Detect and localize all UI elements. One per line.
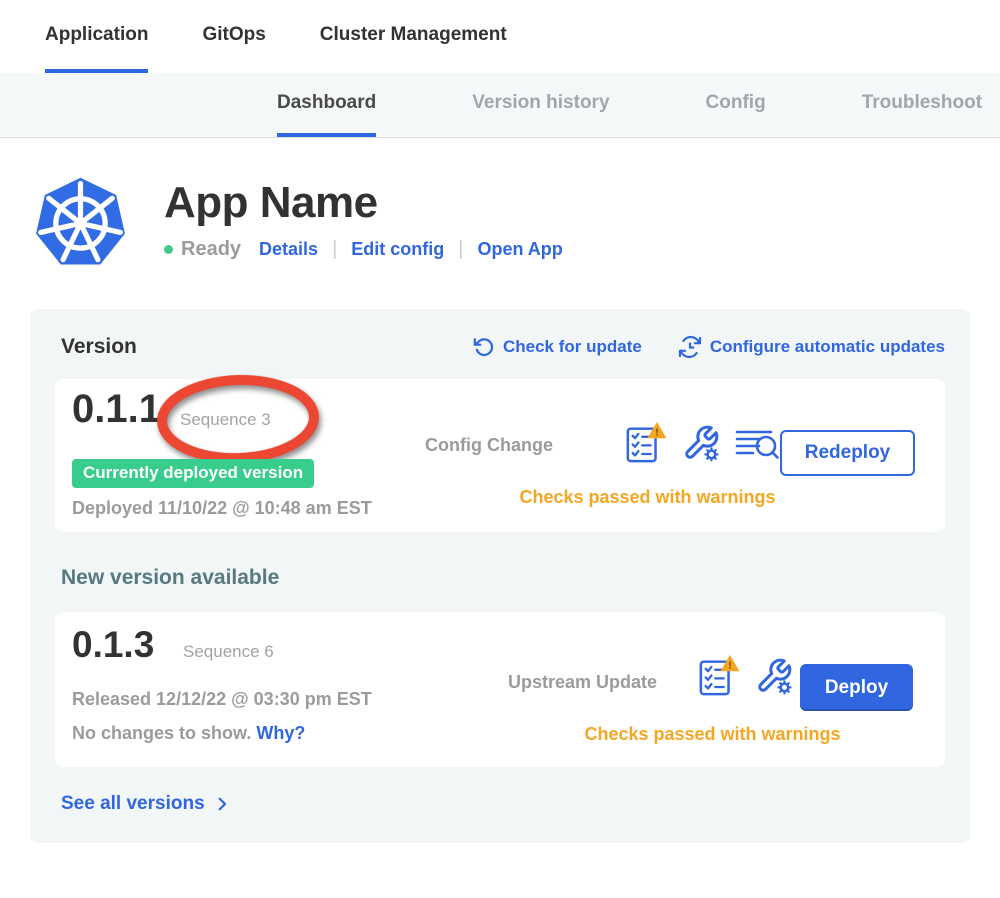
tab-gitops[interactable]: GitOps xyxy=(202,0,265,73)
divider: | xyxy=(332,238,337,261)
diff-log-search-icon[interactable] xyxy=(735,426,779,460)
tab-dashboard[interactable]: Dashboard xyxy=(277,73,376,137)
preflight-checklist-warning-icon[interactable]: ! xyxy=(698,654,740,698)
status-badge: Ready xyxy=(181,238,241,261)
deployed-timestamp: Deployed 11/10/22 @ 10:48 am EST xyxy=(72,498,372,519)
tab-cluster-management[interactable]: Cluster Management xyxy=(320,0,507,73)
checks-status-text: Checks passed with warnings xyxy=(495,487,800,508)
current-version-number: 0.1.1 xyxy=(72,387,161,432)
tab-version-history[interactable]: Version history xyxy=(472,73,609,137)
app-header: App Name Ready Details | Edit config | O… xyxy=(33,174,1000,269)
released-timestamp: Released 12/12/22 @ 03:30 pm EST xyxy=(72,689,372,710)
svg-text:!: ! xyxy=(655,427,659,439)
new-version-number: 0.1.3 xyxy=(72,624,154,666)
open-app-link[interactable]: Open App xyxy=(477,239,562,260)
tab-troubleshoot[interactable]: Troubleshoot xyxy=(862,73,982,137)
svg-text:!: ! xyxy=(728,660,732,672)
configure-automatic-updates-button[interactable]: Configure automatic updates xyxy=(678,335,945,359)
kubernetes-logo-icon xyxy=(33,174,128,269)
version-source-label: Config Change xyxy=(425,435,553,456)
tab-config[interactable]: Config xyxy=(706,73,766,137)
new-version-heading: New version available xyxy=(61,566,945,590)
clock-refresh-icon xyxy=(678,335,702,359)
checks-status-text: Checks passed with warnings xyxy=(575,724,850,745)
current-version-card: 0.1.1 Sequence 3 Currently deployed vers… xyxy=(55,379,945,532)
new-version-card: 0.1.3 Sequence 6 Released 12/12/22 @ 03:… xyxy=(55,612,945,767)
status-dot xyxy=(164,245,173,254)
no-changes-text: No changes to show. Why? xyxy=(72,723,305,744)
primary-nav: Application GitOps Cluster Management xyxy=(0,0,1000,73)
why-link[interactable]: Why? xyxy=(256,723,305,743)
redeploy-button[interactable]: Redeploy xyxy=(780,430,915,476)
edit-config-link[interactable]: Edit config xyxy=(351,239,444,260)
app-section-nav: Dashboard Version history Config Trouble… xyxy=(0,73,1000,138)
preflight-checklist-warning-icon[interactable]: ! xyxy=(625,421,667,465)
check-for-update-button[interactable]: Check for update xyxy=(473,336,642,358)
details-link[interactable]: Details xyxy=(259,239,318,260)
chevron-right-icon xyxy=(213,795,231,813)
currently-deployed-badge: Currently deployed version xyxy=(72,459,314,488)
new-version-sequence: Sequence 6 xyxy=(183,642,274,662)
config-wrench-icon[interactable] xyxy=(682,424,720,462)
divider: | xyxy=(458,238,463,261)
deploy-button[interactable]: Deploy xyxy=(800,664,913,711)
config-wrench-icon[interactable] xyxy=(755,657,793,695)
version-section-title: Version xyxy=(61,335,437,359)
tab-application[interactable]: Application xyxy=(45,0,148,73)
see-all-versions-link[interactable]: See all versions xyxy=(61,793,231,815)
page-title: App Name xyxy=(164,178,563,228)
version-source-label: Upstream Update xyxy=(508,672,657,693)
version-panel: Version Check for update Configure autom… xyxy=(30,309,970,843)
refresh-icon xyxy=(473,336,495,358)
current-version-sequence: Sequence 3 xyxy=(180,410,271,430)
